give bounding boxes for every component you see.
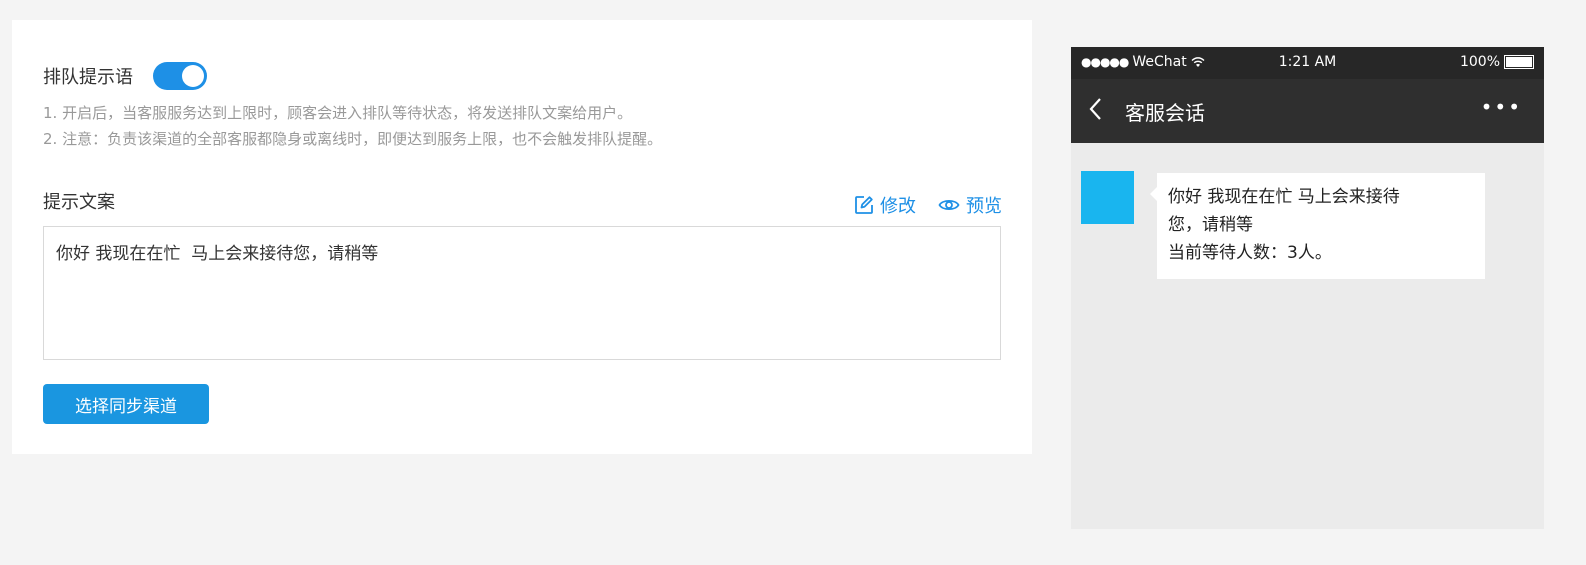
back-button[interactable] — [1089, 97, 1103, 125]
copy-text-area[interactable]: 你好 我现在在忙 马上会来接待您，请稍等 — [43, 226, 1001, 360]
chat-nav-bar: 客服会话 ••• — [1071, 79, 1544, 143]
chat-title: 客服会话 — [1125, 101, 1205, 125]
copy-text-content: 你好 我现在在忙 马上会来接待您，请稍等 — [56, 244, 379, 264]
description-line-1: 1. 开启后，当客服服务达到上限时，顾客会进入排队等待状态，将发送排队文案给用户… — [43, 104, 633, 122]
status-right: 100% — [1460, 54, 1534, 70]
queue-toggle-row: 排队提示语 — [43, 62, 207, 90]
preview-button[interactable]: 预览 — [938, 192, 1002, 218]
message-line-3: 当前等待人数：3人。 — [1168, 243, 1332, 263]
edit-icon — [855, 196, 873, 214]
more-options-icon[interactable]: ••• — [1481, 95, 1522, 119]
edit-label: 修改 — [880, 196, 916, 217]
copy-actions: 修改 预览 — [854, 192, 1002, 218]
queue-toggle-switch[interactable] — [153, 62, 207, 90]
avatar — [1081, 171, 1134, 224]
message-line-1: 你好 我现在在忙 马上会来接待 — [1168, 187, 1400, 207]
battery-icon — [1504, 55, 1534, 69]
battery-percent: 100% — [1459, 54, 1500, 70]
toggle-knob — [182, 65, 204, 87]
select-sync-channel-button[interactable]: 选择同步渠道 — [43, 384, 209, 424]
status-bar: ●●●●● WeChat 1:21 AM 100% — [1071, 47, 1544, 79]
preview-label: 预览 — [966, 196, 1002, 217]
message-bubble: 你好 我现在在忙 马上会来接待 您，请稍等 当前等待人数：3人。 — [1150, 173, 1485, 279]
eye-icon — [938, 199, 960, 211]
queue-toggle-label: 排队提示语 — [43, 67, 133, 88]
chevron-left-icon — [1089, 98, 1101, 120]
queue-description: 1. 开启后，当客服服务达到上限时，顾客会进入排队等待状态，将发送排队文案给用户… — [43, 100, 662, 152]
battery-fill — [1506, 57, 1532, 67]
description-line-2: 2. 注意：负责该渠道的全部客服都隐身或离线时，即便达到服务上限，也不会触发排队… — [43, 130, 663, 148]
queue-settings-card: 排队提示语 1. 开启后，当客服服务达到上限时，顾客会进入排队等待状态，将发送排… — [12, 20, 1032, 454]
copy-label: 提示文案 — [43, 192, 115, 213]
phone-preview: ●●●●● WeChat 1:21 AM 100% 客服会话 ••• 你好 我现… — [1071, 47, 1544, 529]
message-line-2: 您，请稍等 — [1168, 215, 1253, 235]
edit-button[interactable]: 修改 — [854, 192, 916, 218]
